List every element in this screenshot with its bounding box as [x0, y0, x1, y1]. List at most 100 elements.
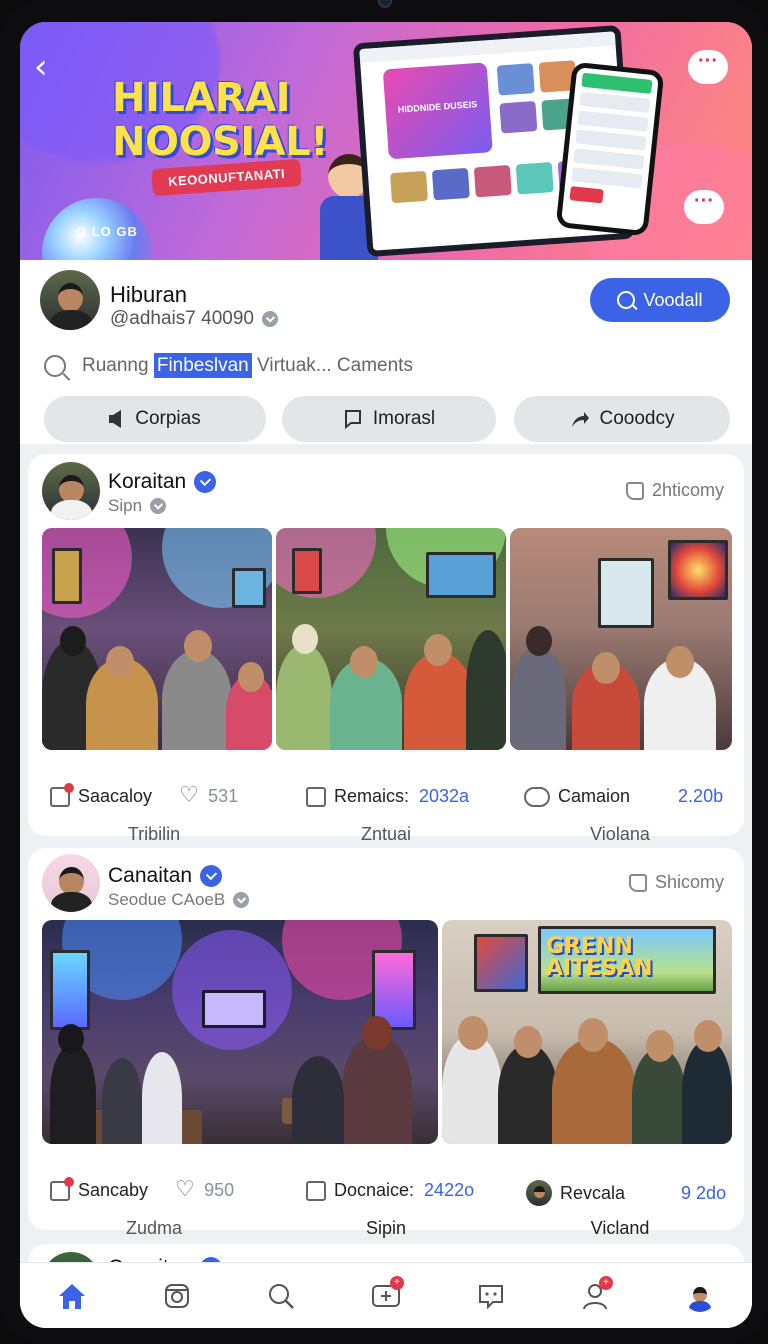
heart-icon	[179, 783, 200, 808]
post-action-1[interactable]: Sancaby 950	[50, 1176, 235, 1202]
search-text-before: Ruanng	[82, 355, 154, 376]
reels-icon	[164, 1283, 189, 1308]
like-meta-text: Shicomy	[654, 872, 724, 892]
person-head	[592, 652, 620, 684]
post-avatar[interactable]	[42, 462, 100, 520]
wall-frame	[232, 568, 266, 608]
search-highlight: Finbeslvan	[153, 353, 252, 378]
person	[102, 1058, 142, 1144]
wall-frame	[52, 548, 82, 604]
post-subtitle: Seodue CAoeB	[108, 890, 250, 910]
like-meta-text: 2hticomy	[651, 480, 724, 500]
action-count-value: 2.20b	[678, 786, 724, 806]
search-text: Ruanng Finbeslvan Virtuak... Caments	[82, 353, 413, 378]
chat-icon	[524, 786, 550, 807]
tablet-thumb	[515, 162, 554, 195]
person	[404, 652, 474, 750]
action-count-value: 950	[204, 1180, 235, 1200]
phone-row	[579, 91, 651, 113]
action-count: 531	[179, 783, 238, 808]
speaker-icon	[109, 410, 122, 428]
wall-tv	[668, 540, 728, 600]
post-action-2[interactable]: Docnaice: 2422o	[306, 1180, 474, 1201]
post-action-1[interactable]: Saacaloy 531	[50, 782, 238, 808]
post-photo[interactable]	[276, 528, 506, 750]
post-sub-text: Seodue CAoeB	[108, 890, 226, 909]
stage-light	[276, 528, 376, 598]
post-action-3[interactable]: Revcala 9 2do	[526, 1180, 726, 1206]
post-action-2[interactable]: Remaics: 2032a	[306, 786, 469, 807]
heart-icon	[175, 1177, 196, 1202]
search-icon	[269, 1283, 295, 1309]
tablet-thumb	[496, 63, 535, 96]
nav-account[interactable]	[676, 1272, 724, 1320]
post-caption: Tribilin	[127, 824, 181, 844]
chat-bubble-icon: ···	[688, 50, 728, 84]
person-head	[578, 1018, 608, 1052]
action-label: Saacaloy	[78, 786, 153, 807]
post-like-meta[interactable]: 2hticomy	[625, 480, 724, 501]
person	[50, 1044, 96, 1144]
person	[342, 1034, 412, 1144]
chip-corpias[interactable]: Corpias	[44, 396, 266, 442]
post-card: Canaitan Seodue CAoeB Shicomy GRENN AITE…	[28, 848, 744, 1238]
person-head	[292, 624, 318, 654]
person-head	[646, 1030, 674, 1062]
action-label: Camaion	[558, 786, 631, 806]
person	[632, 1048, 686, 1144]
nav-home[interactable]	[48, 1272, 96, 1320]
post-photo[interactable]: GRENN AITESAN	[442, 920, 732, 1144]
post-caption: Violana	[590, 824, 650, 844]
comment-icon	[306, 786, 326, 807]
nav-add-post[interactable]: +	[362, 1272, 410, 1320]
phone-row	[569, 186, 604, 204]
post-photo[interactable]	[42, 528, 272, 750]
post-sub-text: Sipn	[108, 496, 143, 515]
person-head	[514, 1026, 542, 1058]
post-author-name: Koraitan	[108, 470, 187, 493]
post-like-meta[interactable]: Shicomy	[628, 872, 724, 893]
post-photo[interactable]	[42, 920, 438, 1144]
nav-reels[interactable]	[153, 1272, 201, 1320]
share-icon	[571, 412, 589, 427]
wall-frame	[474, 934, 528, 992]
thumbs-up-icon	[628, 873, 647, 892]
post-author-name: Canaitan	[108, 864, 193, 887]
avatar-face	[59, 474, 84, 503]
person	[442, 1034, 502, 1144]
reaction-avatar	[526, 1180, 552, 1206]
back-arrow-icon[interactable]: ‹	[34, 50, 68, 86]
chat-bubble-icon: ···	[684, 190, 724, 224]
avatar-face	[533, 1185, 545, 1199]
person-head	[350, 646, 378, 678]
phone-row	[577, 110, 649, 132]
action-count: 950	[175, 1177, 235, 1202]
notification-badge: +	[389, 1275, 404, 1290]
post-avatar[interactable]	[42, 854, 100, 912]
chip-cooodcy[interactable]: Cooodcy	[514, 396, 730, 442]
nav-messenger[interactable]	[467, 1272, 515, 1320]
profile-avatar[interactable]	[40, 270, 100, 330]
post-author[interactable]: Koraitan	[108, 470, 217, 494]
wall-frame	[292, 548, 322, 594]
person-head	[424, 634, 452, 666]
avatar-shirt	[688, 1300, 712, 1312]
chip-imorasl[interactable]: Imorasl	[282, 396, 496, 442]
search-bar[interactable]: Ruanng Finbeslvan Virtuak... Caments	[44, 348, 734, 384]
verified-badge-icon	[200, 865, 223, 887]
avatar-face	[693, 1286, 707, 1302]
thumbs-up-icon	[625, 481, 644, 500]
action-count-value: 2032a	[419, 786, 470, 806]
person	[142, 1052, 182, 1144]
primary-button-label: Voodall	[643, 289, 703, 310]
post-photo[interactable]	[510, 528, 732, 750]
post-author[interactable]: Canaitan	[108, 864, 223, 888]
post-action-3[interactable]: Camaion 2.20b	[524, 786, 723, 807]
person	[466, 630, 506, 750]
filter-chips: Corpias Imorasl Cooodcy	[44, 396, 732, 442]
nav-profile[interactable]: +	[571, 1272, 619, 1320]
nav-search[interactable]	[257, 1272, 305, 1320]
primary-action-button[interactable]: Voodall	[590, 278, 730, 322]
post-card: Koraitan Sipn 2hticomy Saacaloy ♡ 531 Re…	[28, 454, 744, 844]
post-caption: Vicland	[590, 1218, 650, 1238]
